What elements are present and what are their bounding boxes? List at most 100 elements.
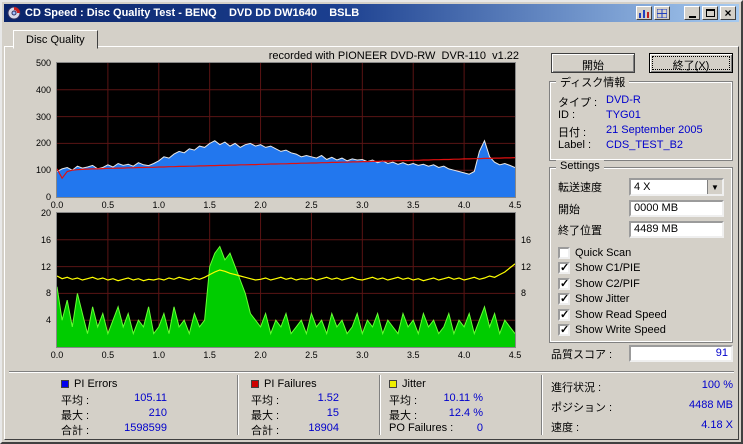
checkbox-label: Show Write Speed <box>575 324 666 337</box>
minimize-button[interactable] <box>684 6 700 20</box>
pi-failures-plot <box>56 212 516 348</box>
stat-value: 210 <box>148 407 167 419</box>
stats-group-title: PI Errors <box>74 378 118 390</box>
checkbox-box[interactable]: ✓ <box>558 324 570 337</box>
checkbox-show-write-speed[interactable]: ✓ Show Write Speed <box>558 323 732 339</box>
stat-value: 105.11 <box>134 392 167 404</box>
pi-failures-y-axis-left: 20 16 12 8 4 <box>40 208 51 326</box>
checkbox-label: Show C2/PIF <box>575 277 640 290</box>
position-value: 4488 MB <box>688 399 733 411</box>
checkbox-list: ✓ Quick Scan ✓ Show C1/PIE ✓ Show C2/PIF… <box>558 245 732 338</box>
maximize-icon <box>705 9 715 17</box>
speed-setting-row: 転送速度 4 X ▼ <box>558 178 724 196</box>
disc-info-title: ディスク情報 <box>556 74 630 90</box>
titlebar-buttons: × <box>636 6 736 20</box>
checkbox-box[interactable]: ✓ <box>558 246 570 259</box>
checkbox-show-jitter[interactable]: ✓ Show Jitter <box>558 292 732 308</box>
close-icon: × <box>724 6 732 20</box>
check-icon: ✓ <box>560 277 570 290</box>
titlebar[interactable]: CD Speed : Disc Quality Test - BENQ DVD … <box>4 4 739 22</box>
disc-date-label: 日付 : <box>558 127 587 139</box>
disc-info-row: ID : TYG01 <box>558 109 724 124</box>
stat-row: 最大 : 15 <box>251 407 339 422</box>
tab-disc-quality[interactable]: Disc Quality <box>13 30 98 49</box>
stat-row: 最大 : 210 <box>61 407 167 422</box>
stat-label: 平均 : <box>389 395 418 407</box>
window-title: CD Speed : Disc Quality Test - BENQ DVD … <box>25 7 360 19</box>
data-view-button[interactable] <box>654 6 670 20</box>
disc-type-label: タイプ : <box>558 97 598 109</box>
stats-group-title: PI Failures <box>264 378 317 390</box>
end-position-input[interactable]: 4489 MB <box>629 221 724 238</box>
stat-value: 12.4 % <box>448 407 483 419</box>
stats-group-title: Jitter <box>402 378 426 390</box>
position-row: ポジション : 4488 MB <box>551 399 733 417</box>
quality-score-value: 91 <box>629 345 733 362</box>
start-position-label: 開始 <box>558 203 580 216</box>
pi-failures-y-axis-right: 16 12 8 <box>521 234 532 299</box>
pi-failures-chart: 20 16 12 8 4 16 12 8 0.0 0.5 1.0 1.5 2.0 2.5 3.0 3.5 4… <box>29 208 541 363</box>
disc-id-label: ID : <box>558 109 576 121</box>
recorded-with-label: recorded with PIONEER DVD-RW DVR-110 v1.… <box>268 50 519 62</box>
close-button[interactable]: × <box>720 6 736 20</box>
checkbox-label: Show C1/PIE <box>575 262 641 275</box>
check-icon: ✓ <box>560 262 570 275</box>
stats-separator-3 <box>541 375 543 435</box>
checkbox-show-c2-pif[interactable]: ✓ Show C2/PIF <box>558 276 732 292</box>
pi-failures-swatch <box>251 380 259 388</box>
stats-jitter-header: Jitter <box>389 377 483 391</box>
pi-errors-y-axis-right <box>518 63 540 197</box>
exit-button[interactable]: 終了(X) <box>649 53 733 73</box>
stats-jitter: Jitter 平均 : 10.11 % 最大 : 12.4 % PO Failu… <box>389 377 483 437</box>
stats-pi-failures-header: PI Failures <box>251 377 339 391</box>
stat-value: 1598599 <box>124 422 167 434</box>
disc-info-rows: タイプ : DVD-R ID : TYG01 日付 : 21 September… <box>550 82 732 154</box>
control-panel: 開始 終了(X) ディスク情報 タイプ : DVD-R ID : TYG01 日… <box>547 47 735 439</box>
speed-selected-value: 4 X <box>634 181 651 193</box>
combo-dropdown-button[interactable]: ▼ <box>707 180 722 194</box>
start-position-row: 開始 0000 MB <box>558 200 724 217</box>
disc-type-value: DVD-R <box>606 94 641 106</box>
checkbox-box[interactable]: ✓ <box>558 308 570 321</box>
pi-errors-plot <box>56 62 516 198</box>
checkbox-box[interactable]: ✓ <box>558 277 570 290</box>
graph-view-button[interactable] <box>636 6 652 20</box>
check-icon: ✓ <box>560 308 570 321</box>
end-position-row: 終了位置 4489 MB <box>558 221 724 238</box>
stat-label: 合計 : <box>61 425 90 437</box>
grid-icon <box>657 8 667 18</box>
stats-separator-1 <box>237 375 239 435</box>
stats-pi-errors-header: PI Errors <box>61 377 167 391</box>
progress-label: 進行状況 : <box>551 382 602 394</box>
app-window: CD Speed : Disc Quality Test - BENQ DVD … <box>0 0 743 444</box>
disc-info-group: ディスク情報 タイプ : DVD-R ID : TYG01 日付 : 21 Se… <box>549 74 733 161</box>
checkbox-show-c1-pie[interactable]: ✓ Show C1/PIE <box>558 261 732 277</box>
stats-pi-failures: PI Failures 平均 : 1.52 最大 : 15 合計 : 18904 <box>251 377 339 437</box>
checkbox-show-read-speed[interactable]: ✓ Show Read Speed <box>558 307 732 323</box>
maximize-button[interactable] <box>702 6 718 20</box>
stat-value: 15 <box>326 407 339 419</box>
check-icon: ✓ <box>560 293 570 306</box>
pi-errors-chart: 500 400 300 200 100 0 0.0 0.5 1.0 1.5 2.0 2.5 3.0 3.… <box>29 58 541 213</box>
stat-label: 最大 : <box>389 410 418 422</box>
stat-row: 最大 : 12.4 % <box>389 407 483 422</box>
checkbox-box[interactable]: ✓ <box>558 262 570 275</box>
disc-label-label: Label : <box>558 139 592 151</box>
speed-label: 転送速度 <box>558 182 602 194</box>
disc-label-value: CDS_TEST_B2 <box>606 139 684 151</box>
settings-title: Settings <box>556 160 604 172</box>
end-position-label: 終了位置 <box>558 224 602 237</box>
action-buttons: 開始 終了(X) <box>551 53 733 73</box>
checkbox-box[interactable]: ✓ <box>558 293 570 306</box>
speed-row: 速度 : 4.18 X <box>551 419 733 437</box>
speed-readout-value: 4.18 X <box>701 419 733 431</box>
stat-value: 1.52 <box>317 392 339 404</box>
stat-label: 平均 : <box>61 395 90 407</box>
disc-info-row: タイプ : DVD-R <box>558 94 724 109</box>
speed-select[interactable]: 4 X ▼ <box>629 178 724 196</box>
start-button[interactable]: 開始 <box>551 53 635 73</box>
stat-label: 最大 : <box>251 410 280 422</box>
start-position-input[interactable]: 0000 MB <box>629 200 724 217</box>
tab-label: Disc Quality <box>26 34 85 46</box>
checkbox-quick-scan[interactable]: ✓ Quick Scan <box>558 245 732 261</box>
